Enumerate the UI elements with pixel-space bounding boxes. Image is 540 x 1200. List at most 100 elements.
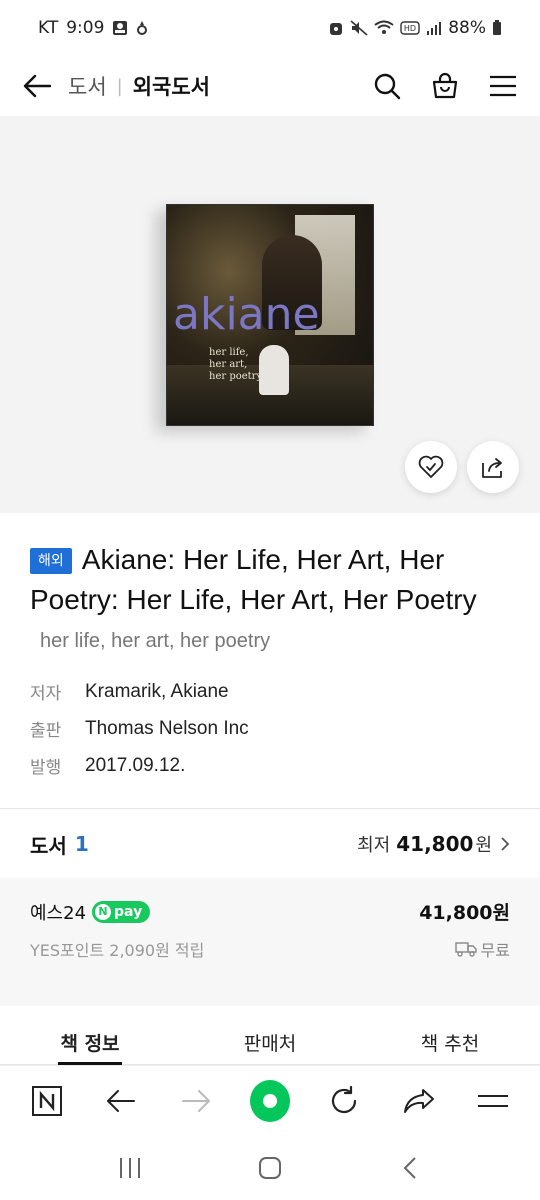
back-button[interactable] [22,71,52,101]
meta-publisher: 출판 Thomas Nelson Inc [30,710,510,747]
shipping-info: 무료 [454,937,510,961]
tab-sellers[interactable]: 판매처 [180,1015,360,1064]
recent-apps-button[interactable] [110,1148,150,1188]
product-title: Akiane: Her Life, Her Art, Her Poetry: H… [30,544,477,615]
truck-icon [454,942,477,957]
browser-share-button[interactable] [399,1081,439,1121]
cart-icon [432,72,458,99]
hd-icon: HD [400,21,420,35]
home-icon [249,1079,290,1122]
clock: 9:09 [66,18,105,38]
seller-card[interactable]: 예스24 Npay 41,800원 YES포인트 2,090원 적립 무료 [0,878,540,1006]
profile-icon [113,21,128,35]
menu-button[interactable] [488,71,518,101]
share-button[interactable] [467,441,519,493]
back-arrow-icon [23,74,51,98]
forward-icon [181,1089,210,1112]
seller-top: 예스24 Npay 41,800원 [30,898,510,925]
breadcrumb-separator: | [116,75,123,97]
book-offers-row[interactable]: 도서 1 최저 41,800 원 [0,810,540,878]
carrier-label: KT [38,18,59,38]
mute-icon [350,20,368,36]
browser-menu-button[interactable] [473,1081,513,1121]
browser-forward-button[interactable] [176,1081,216,1121]
meta-date: 발행 2017.09.12. [30,747,510,784]
alarm-icon [330,23,343,35]
signal-icon [427,22,442,35]
npay-badge: Npay [92,900,151,923]
browser-back-button[interactable] [101,1081,141,1121]
seller-price-currency: 원 [492,902,510,924]
lowest-label: 최저 [357,835,391,856]
cart-button[interactable] [430,71,460,101]
cover-title: akiane [173,289,320,340]
lowest-price: 최저 41,800 원 [357,831,510,857]
seller-price: 41,800원 [419,898,510,925]
status-right: HD 88% [328,18,502,38]
search-icon [374,73,401,100]
naver-button[interactable] [27,1081,67,1121]
tab-book-info[interactable]: 책 정보 [0,1015,180,1065]
meta-label: 저자 [30,684,62,704]
product-image-area: akiane her life, her art, her poetry [0,116,540,513]
breadcrumb-current[interactable]: 외국도서 [133,71,210,101]
menu-icon [490,75,516,97]
heart-check-icon [418,455,444,478]
browser-home-button[interactable] [249,1079,290,1122]
app-header: 도서 | 외국도서 [0,56,540,116]
points-reward: YES포인트 2,090원 적립 [30,941,205,960]
search-button[interactable] [372,71,402,101]
system-nav-bar [0,1135,540,1200]
like-button[interactable] [405,441,457,493]
lowest-price-value: 41,800 [396,832,474,856]
product-info: 해외 Akiane: Her Life, Her Art, Her Poetry:… [30,540,510,784]
author-link[interactable]: Kramarik, Akiane [85,681,229,703]
product-meta: 저자 Kramarik, Akiane 출판 Thomas Nelson Inc… [30,673,510,784]
meta-label: 발행 [30,758,62,778]
system-back-button[interactable] [390,1148,430,1188]
battery-percent: 88% [448,18,486,38]
cover-subtitle-line: her art, [209,359,248,370]
naver-n-icon [32,1085,63,1116]
publisher-link[interactable]: Thomas Nelson Inc [85,718,249,740]
npay-label: pay [114,903,143,920]
book-offers-count: 1 [74,832,89,856]
svg-text:HD: HD [404,24,416,33]
recent-apps-icon [120,1157,140,1178]
lowest-price-currency: 원 [475,835,492,856]
cover-child-art [259,345,289,395]
book-offers-label: 도서 [30,833,67,858]
cover-subtitle-line: her life, [209,347,249,358]
breadcrumb-parent[interactable]: 도서 [68,71,107,101]
system-home-button[interactable] [250,1148,290,1188]
header-actions [372,71,518,101]
refresh-icon [332,1085,357,1113]
cover-subtitle: her life, her art, her poetry [209,347,262,383]
overseas-badge: 해외 [30,548,72,574]
status-left: KT 9:09 [38,18,148,38]
wifi-icon [374,20,394,34]
seller-price-value: 41,800 [419,902,493,924]
breadcrumb: 도서 | 외국도서 [68,71,210,101]
cover-subtitle-line: her poetry [209,371,263,382]
browser-toolbar [0,1065,540,1135]
share-arrow-icon [403,1088,434,1113]
menu-icon [477,1094,508,1107]
detail-tabs: 책 정보 판매처 책 추천 [0,1015,540,1065]
battery-icon [493,20,501,35]
meta-label: 출판 [30,721,62,741]
divider [0,808,540,809]
seller-bottom: YES포인트 2,090원 적립 무료 [30,937,510,961]
chevron-right-icon [501,837,510,851]
shipping-label: 무료 [480,941,510,960]
seller-name: 예스24 [30,902,87,924]
product-subtitle: her life, her art, her poetry [40,630,271,652]
fire-icon [137,21,148,35]
tab-recommend[interactable]: 책 추천 [360,1015,540,1064]
browser-refresh-button[interactable] [324,1081,364,1121]
product-title-row: 해외 Akiane: Her Life, Her Art, Her Poetry:… [30,540,510,620]
chevron-left-icon [403,1156,416,1179]
back-icon [107,1089,136,1112]
book-cover-image[interactable]: akiane her life, her art, her poetry [166,204,374,426]
meta-author: 저자 Kramarik, Akiane [30,673,510,710]
